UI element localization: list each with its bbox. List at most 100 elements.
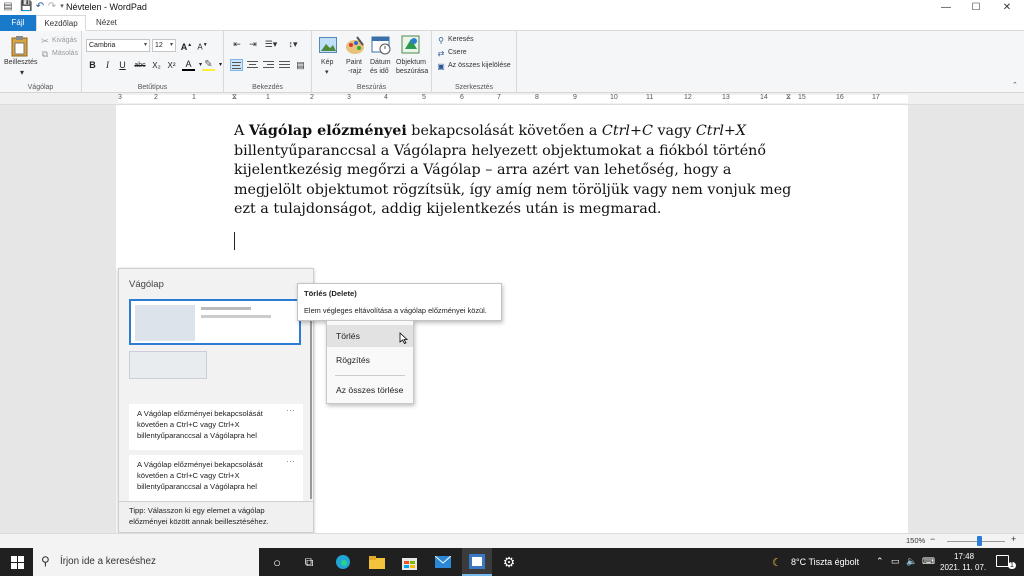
- tab-home[interactable]: Kezdőlap: [36, 15, 86, 31]
- line-spacing-icon[interactable]: ↕▾: [284, 38, 302, 50]
- close-button[interactable]: ✕: [992, 0, 1022, 15]
- zoom-slider-thumb[interactable]: [976, 536, 982, 546]
- text-run: A: [234, 123, 249, 139]
- volume-icon[interactable]: 🔈: [906, 556, 917, 567]
- picture-icon[interactable]: [318, 35, 338, 55]
- input-method-icon[interactable]: ⌨: [922, 556, 935, 567]
- save-icon[interactable]: 💾: [20, 1, 32, 13]
- taskbar-search[interactable]: ⚲ Írjon ide a kereséshez: [33, 548, 259, 576]
- grow-font-button[interactable]: A▲: [180, 39, 193, 52]
- find-button[interactable]: Keresés: [448, 36, 474, 43]
- strikethrough-button[interactable]: abc: [132, 59, 148, 72]
- app-icon[interactable]: ▤: [2, 1, 14, 13]
- insert-object-icon[interactable]: [400, 35, 422, 55]
- clipboard-item-text-2[interactable]: A Vágólap előzményei bekapcsolását követ…: [129, 455, 303, 501]
- more-options-icon[interactable]: ···: [286, 456, 295, 467]
- ribbon-tabs: Fájl Kezdőlap Nézet: [0, 15, 1024, 31]
- picture-dropdown-icon[interactable]: ▾: [325, 68, 329, 76]
- menu-item-clear-all[interactable]: Az összes törlése: [327, 379, 413, 401]
- date-time-icon[interactable]: [370, 35, 392, 55]
- copy-icon[interactable]: ⧉: [40, 49, 50, 59]
- picture-button[interactable]: Kép: [321, 59, 333, 66]
- increase-indent-icon[interactable]: ⇥: [246, 38, 260, 50]
- ruler-number: 14: [760, 94, 768, 101]
- shrink-font-button[interactable]: A▼: [196, 39, 209, 52]
- thumbnail-image: [201, 315, 271, 318]
- paragraph-group-label: Bekezdés: [252, 84, 283, 91]
- right-indent-marker-icon[interactable]: ⧖: [786, 94, 791, 102]
- italic-button[interactable]: I: [101, 59, 114, 72]
- edge-icon[interactable]: [332, 548, 354, 576]
- justify-icon[interactable]: [278, 59, 291, 71]
- cut-button[interactable]: Kivágás: [52, 37, 77, 44]
- chevron-down-icon: ▾: [169, 42, 173, 48]
- subscript-button[interactable]: X₂: [150, 59, 163, 72]
- tab-file[interactable]: Fájl: [0, 15, 36, 31]
- paste-button[interactable]: Beillesztés: [4, 59, 37, 66]
- clipboard-item-text-1[interactable]: A Vágólap előzményei bekapcsolását követ…: [129, 404, 303, 450]
- insert-object-button[interactable]: Objektum: [396, 59, 426, 66]
- paste-dropdown-icon[interactable]: ▾: [20, 68, 24, 77]
- underline-button[interactable]: U: [116, 59, 129, 72]
- align-left-icon[interactable]: [230, 59, 243, 71]
- clock-date[interactable]: 2021. 11. 07.: [940, 563, 986, 572]
- notification-count: 1: [1008, 562, 1016, 569]
- align-right-icon[interactable]: [262, 59, 275, 71]
- zoom-in-button[interactable]: +: [1011, 534, 1016, 544]
- select-all-icon[interactable]: ▣: [436, 61, 446, 71]
- select-all-button[interactable]: Az összes kijelölése: [448, 62, 511, 69]
- ruler-number: 10: [610, 94, 618, 101]
- document-text[interactable]: A Vágólap előzményei bekapcsolását követ…: [234, 122, 794, 220]
- insert-group: Kép ▾ Paint -rajz Dátum és idő Objektum …: [312, 31, 432, 93]
- undo-icon[interactable]: ↶: [34, 1, 46, 13]
- panel-scrollbar[interactable]: [310, 303, 312, 499]
- wordpad-taskbar-icon[interactable]: [462, 548, 492, 576]
- text-caret: [234, 232, 235, 250]
- search-placeholder: Írjon ide a kereséshez: [60, 556, 156, 567]
- decrease-indent-icon[interactable]: ⇤: [230, 38, 244, 50]
- replace-icon[interactable]: ⇄: [436, 48, 446, 58]
- menu-item-pin[interactable]: Rögzítés: [327, 349, 413, 371]
- clock-time[interactable]: 17:48: [954, 552, 974, 561]
- file-explorer-icon[interactable]: [366, 548, 388, 576]
- indent-marker-icon[interactable]: ⧖: [232, 94, 237, 102]
- text-run: vagy: [652, 123, 696, 139]
- weather-text[interactable]: 8°C Tiszta égbolt: [791, 557, 859, 567]
- editing-group-label: Szerkesztés: [454, 84, 494, 91]
- replace-button[interactable]: Csere: [448, 49, 467, 56]
- maximize-button[interactable]: ☐: [961, 0, 991, 15]
- ruler[interactable]: 3 2 1 ⧖ 1 2 3 4 5 6 7 8 9 10 11 12 13 14…: [0, 93, 1024, 105]
- task-view-icon[interactable]: ⧉: [298, 548, 320, 576]
- network-icon[interactable]: ▭: [891, 556, 900, 567]
- start-button[interactable]: [6, 548, 28, 576]
- zoom-out-button[interactable]: −: [930, 534, 935, 544]
- mail-icon[interactable]: [432, 548, 454, 576]
- paste-icon[interactable]: [8, 34, 32, 58]
- superscript-button[interactable]: X²: [165, 59, 178, 72]
- find-icon[interactable]: ⚲: [436, 35, 446, 45]
- clipboard-history-panel: Vágólap A Vágólap előzményei bekapcsolás…: [118, 268, 314, 533]
- paint-drawing-button[interactable]: Paint: [346, 59, 362, 66]
- tab-view[interactable]: Nézet: [86, 15, 127, 31]
- cortana-icon[interactable]: ○: [266, 548, 288, 576]
- ruler-number: 1: [266, 94, 270, 101]
- bullet-list-icon[interactable]: ☰▾: [262, 38, 280, 50]
- store-icon[interactable]: [398, 548, 420, 576]
- clipboard-item-image-2[interactable]: [129, 351, 301, 381]
- font-size-select[interactable]: 12 ▾: [152, 39, 176, 52]
- settings-icon[interactable]: ⚙: [498, 548, 520, 576]
- collapse-ribbon-icon[interactable]: ⌃: [1012, 81, 1018, 89]
- paint-drawing-icon[interactable]: [344, 35, 366, 55]
- bold-button[interactable]: B: [86, 59, 99, 72]
- cut-icon[interactable]: ✂: [40, 36, 50, 46]
- thumbnail-image: [129, 351, 207, 379]
- paragraph-icon[interactable]: ▤: [294, 59, 307, 71]
- minimize-button[interactable]: —: [931, 0, 961, 15]
- copy-button[interactable]: Másolás: [52, 50, 78, 57]
- font-family-select[interactable]: Cambria ▾: [86, 39, 150, 52]
- align-center-icon[interactable]: [246, 59, 259, 71]
- show-hidden-icons-icon[interactable]: ⌃: [876, 556, 884, 567]
- clipboard-item-image-1[interactable]: [129, 299, 301, 345]
- more-options-icon[interactable]: ···: [286, 405, 295, 416]
- date-time-button[interactable]: Dátum: [370, 59, 391, 66]
